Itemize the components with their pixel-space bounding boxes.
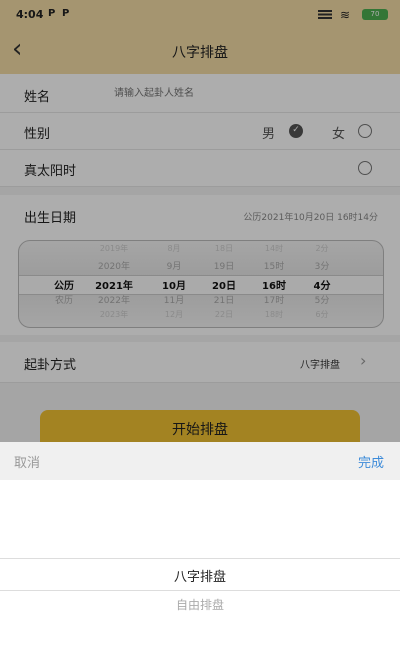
picker-divider xyxy=(0,558,400,559)
picker-sheet: 八字排盘 自由排盘 xyxy=(0,480,400,660)
done-button[interactable]: 完成 xyxy=(358,452,384,471)
modal-overlay[interactable] xyxy=(0,0,400,442)
picker-option-selected[interactable]: 八字排盘 xyxy=(0,566,400,585)
picker-option[interactable]: 自由排盘 xyxy=(0,596,400,613)
picker-toolbar: 取消 完成 xyxy=(0,442,400,481)
picker-divider xyxy=(0,590,400,591)
cancel-button[interactable]: 取消 xyxy=(14,452,40,471)
